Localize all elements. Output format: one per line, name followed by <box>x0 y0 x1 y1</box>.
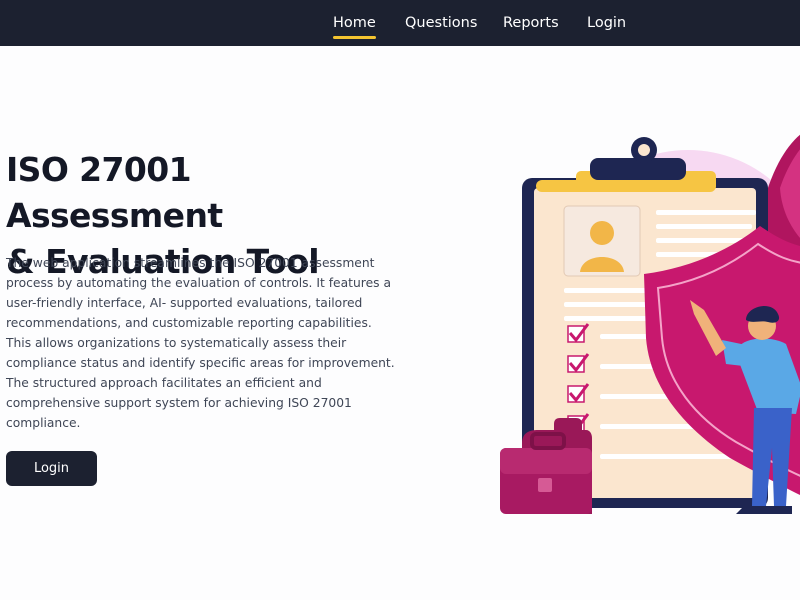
hero-login-button[interactable]: Login <box>6 451 97 486</box>
nav-active-indicator <box>333 36 376 39</box>
briefcase-icon <box>500 418 592 514</box>
top-navigation-bar: Home Questions Reports Login <box>0 0 800 46</box>
user-profile-icon <box>563 205 641 277</box>
nav-questions-label: Questions <box>405 15 478 31</box>
hero-title-line-1: ISO 27001 Assessment <box>6 150 223 235</box>
hero-description: The web application streamlines the ISO … <box>6 256 395 430</box>
nav-questions-link[interactable]: Questions <box>405 15 477 31</box>
nav-reports-link[interactable]: Reports <box>503 15 559 31</box>
compliance-illustration <box>500 134 800 514</box>
hero-illustration <box>490 128 800 520</box>
nav-reports-label: Reports <box>503 15 559 31</box>
nav-login-label: Login <box>587 15 627 31</box>
nav-home-link[interactable]: Home <box>333 15 376 39</box>
nav-login-link[interactable]: Login <box>587 15 626 31</box>
nav-home-label: Home <box>333 15 376 31</box>
hero-login-button-label: Login <box>33 461 70 476</box>
